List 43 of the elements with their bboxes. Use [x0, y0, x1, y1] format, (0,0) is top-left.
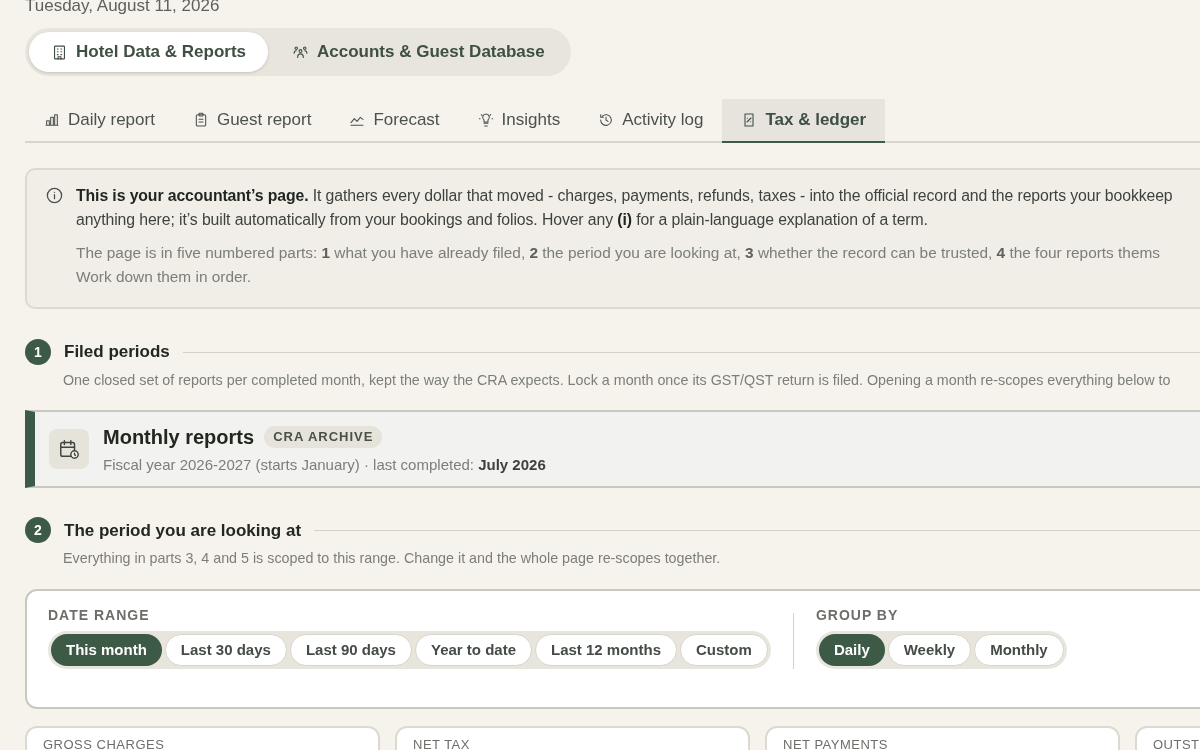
group-label: DATE RANGE — [48, 605, 151, 625]
filter-chip[interactable]: Monthly — [974, 633, 1064, 666]
filter-chip[interactable]: Last 90 days — [289, 633, 412, 666]
bar-chart-icon — [44, 112, 60, 128]
calendar-clock-icon — [58, 438, 80, 461]
section-description: Everything in parts 3, 4 and 5 is scoped to this range. Change it and the whole page re-scopes together. — [63, 549, 722, 569]
lightbulb-icon — [477, 112, 494, 128]
card-title: Monthly reports — [103, 425, 255, 451]
nav-tab[interactable]: Insights — [458, 99, 580, 143]
section-number: 1 — [25, 339, 51, 365]
info-text: This is your accountant’s page. It gathers every dollar that moved - charges, payments, refunds, taxes - into the official record and the reports your bookkeep — [76, 186, 1173, 206]
info-note: Work down them in order. — [76, 267, 253, 287]
nav-tab[interactable]: Daily report — [25, 99, 174, 143]
card-label: NET TAX — [413, 736, 471, 750]
nav-tab[interactable]: Tax & ledger — [722, 99, 886, 143]
filter-chip[interactable]: This month — [51, 633, 162, 666]
card-label: OUTST — [1153, 736, 1200, 750]
filter-chip[interactable]: Last 12 months — [535, 633, 678, 666]
filter-chip[interactable]: Last 30 days — [164, 633, 287, 666]
section-title: Filed periods — [64, 341, 170, 364]
workspace-tab[interactable]: Accounts & Guest Database — [270, 32, 567, 72]
filter-chip[interactable]: Daily — [818, 633, 885, 666]
info-note: The page is in five numbered parts: 1 what you have already filed, 2 the period you are looking at, 3 whether the record can be trusted, 4 the four reports thems — [76, 243, 1161, 263]
section-description: One closed set of reports per completed month, kept the way the CRA expects. Lock a month once its GST/QST return is filed. Opening a month re-scopes everything below to — [63, 371, 1172, 390]
info-icon — [45, 186, 64, 205]
nav-tab[interactable]: Guest report — [173, 99, 331, 143]
workspace-tab[interactable]: Hotel Data & Reports — [29, 32, 269, 72]
card-label: NET PAYMENTS — [783, 736, 889, 750]
archive-badge: CRA ARCHIVE — [264, 426, 383, 448]
nav-tab[interactable]: Forecast — [330, 99, 459, 143]
card-label: GROSS CHARGES — [43, 736, 166, 750]
card-subtitle: Fiscal year 2026-2027 (starts January) · last completed: July 2026 — [103, 455, 546, 476]
section-number: 2 — [25, 517, 51, 544]
section-title: The period you are looking at — [64, 519, 302, 542]
info-text: anything here; it’s built automatically from your bookings and folios. Hover any (i) for a plain-language explanation of a term. — [76, 210, 929, 230]
nav-tab[interactable]: Activity log — [579, 99, 723, 143]
history-icon — [598, 112, 615, 128]
people-icon — [292, 43, 310, 61]
group-label: GROUP BY — [815, 605, 900, 625]
filter-chip[interactable]: Weekly — [887, 633, 972, 666]
filter-chip[interactable]: Year to date — [414, 633, 532, 666]
filter-chip[interactable]: Custom — [680, 633, 768, 666]
building-icon — [51, 43, 68, 61]
